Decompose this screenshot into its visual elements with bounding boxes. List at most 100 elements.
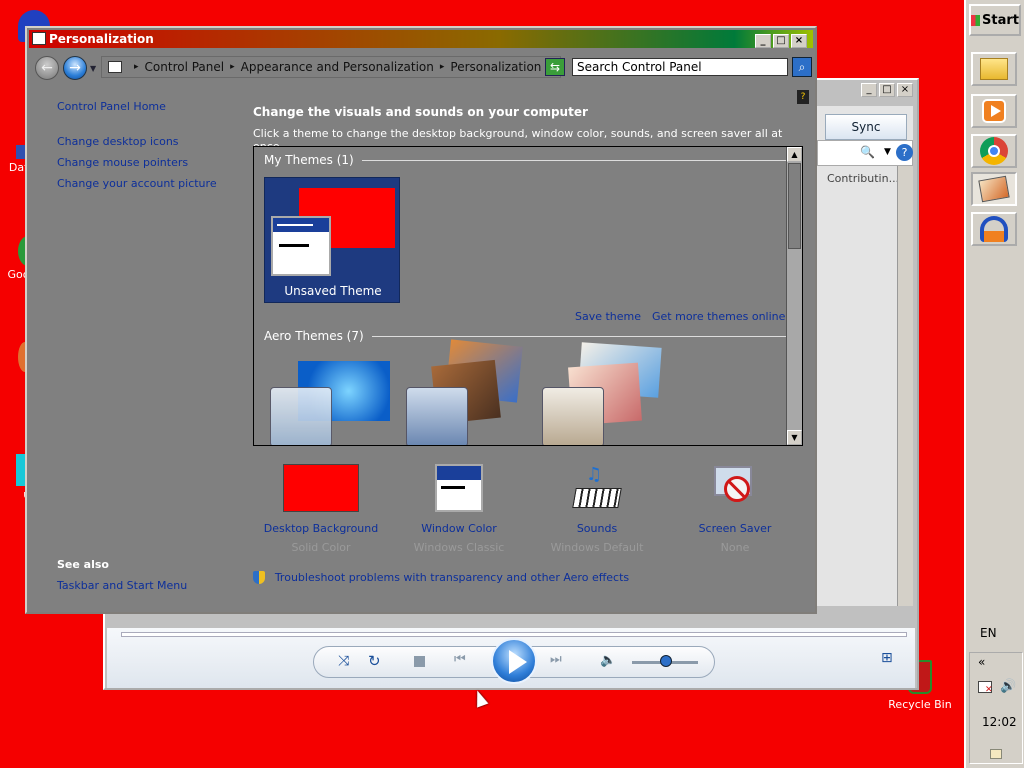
next-icon[interactable]: ⏭ [550, 652, 562, 667]
maximize-button[interactable]: □ [773, 34, 789, 48]
breadcrumb-separator[interactable]: ▸ [230, 62, 235, 72]
window-color-icon [435, 464, 483, 512]
search-icon[interactable]: 🔍 [860, 145, 875, 159]
tray-expand-chevron[interactable]: « [978, 655, 985, 669]
title-bar[interactable]: Personalization _ □ × [29, 30, 813, 48]
personalization-window[interactable]: Personalization _ □ × ← → ▼ ▸ Control Pa… [25, 26, 817, 614]
taskbar-media-player[interactable] [971, 94, 1017, 128]
start-button[interactable]: Start [969, 4, 1021, 36]
wmp-scrollbar[interactable] [897, 166, 913, 606]
control-panel-home-link[interactable]: Control Panel Home [57, 100, 166, 113]
change-desktop-icons-link[interactable]: Change desktop icons [57, 135, 179, 148]
media-player-icon [982, 99, 1006, 123]
back-button[interactable]: ← [35, 56, 59, 80]
window-buttons: _ □ × [755, 34, 807, 48]
taskbar-explorer[interactable] [971, 52, 1017, 86]
change-mouse-pointers-link[interactable]: Change mouse pointers [57, 156, 188, 169]
search-input[interactable]: Search Control Panel [572, 58, 788, 76]
previous-icon[interactable]: ⏮ [454, 652, 466, 667]
solid-color-swatch-icon [283, 464, 359, 512]
windows-logo-icon [971, 14, 981, 26]
forward-button[interactable]: → [63, 56, 87, 80]
sounds-link[interactable]: Sounds [537, 522, 657, 535]
unsaved-theme-tile[interactable]: Unsaved Theme [264, 177, 400, 303]
change-account-picture-link[interactable]: Change your account picture [57, 177, 217, 190]
recent-pages-chevron-icon[interactable]: ▼ [90, 64, 96, 73]
breadcrumb-personalization[interactable]: Personalization [450, 60, 541, 74]
piano-notes-icon: ♫ [572, 464, 622, 512]
wmp-library-pane: Sync 🔍 ▼ ? Contributin... [817, 106, 913, 606]
action-center-icon[interactable] [990, 749, 1002, 759]
desktop-background-link[interactable]: Desktop Background [261, 522, 381, 535]
window-color-link[interactable]: Window Color [399, 522, 519, 535]
save-theme-link[interactable]: Save theme [575, 310, 641, 323]
scroll-up-arrow[interactable]: ▲ [787, 147, 802, 162]
breadcrumb-separator[interactable]: ▸ [440, 62, 445, 72]
seek-bar[interactable] [121, 632, 907, 637]
screen-saver-item[interactable]: Screen Saver None [675, 464, 795, 554]
minimize-button[interactable]: _ [755, 34, 771, 48]
volume-icon[interactable]: 🔈 [600, 653, 616, 668]
taskbar: Start EN « ✕ 🔊 12:02 [964, 0, 1024, 768]
taskbar-personalization[interactable] [971, 172, 1017, 206]
aero-theme-windows7[interactable] [268, 361, 394, 445]
recycle-bin-label: Recycle Bin [888, 698, 952, 711]
wmp-transport-bar: ⤨ ↻ ⏮ ⏭ 🔈 ⊞ [107, 628, 915, 688]
folder-icon [980, 58, 1008, 80]
taskbar-audio-app[interactable] [971, 212, 1017, 246]
search-button[interactable]: ⌕ [792, 57, 812, 77]
volume-knob[interactable] [660, 655, 672, 667]
theme-preview-window [271, 216, 331, 276]
taskbar-start-menu-link[interactable]: Taskbar and Start Menu [57, 579, 187, 592]
column-header-contributing[interactable]: Contributin... [827, 172, 899, 185]
scroll-thumb[interactable] [788, 163, 801, 249]
start-label: Start [982, 12, 1019, 28]
window-color-item[interactable]: Window Color Windows Classic [399, 464, 519, 554]
window-title: Personalization [49, 32, 154, 46]
switch-to-library-icon[interactable]: ⊞ [881, 650, 893, 666]
scroll-down-arrow[interactable]: ▼ [787, 430, 802, 445]
theme-glass-window [542, 387, 604, 445]
search-icon: ⌕ [798, 60, 806, 74]
chrome-icon [980, 137, 1008, 165]
breadcrumb-appearance[interactable]: Appearance and Personalization [241, 60, 434, 74]
maximize-button[interactable]: □ [879, 83, 895, 97]
theme-glass-window [406, 387, 468, 445]
troubleshoot-link[interactable]: Troubleshoot problems with transparency … [275, 571, 629, 584]
desktop-background-item[interactable]: Desktop Background Solid Color [261, 464, 381, 554]
breadcrumb-separator[interactable]: ▸ [134, 62, 139, 72]
chevron-down-icon[interactable]: ▼ [884, 147, 891, 157]
stop-icon[interactable] [414, 656, 425, 667]
sounds-item[interactable]: ♫ Sounds Windows Default [537, 464, 657, 554]
desktop-background-value: Solid Color [291, 541, 351, 554]
close-button[interactable]: × [897, 83, 913, 97]
aero-themes-header: Aero Themes (7) [264, 329, 790, 343]
help-icon[interactable]: ? [797, 90, 809, 104]
help-icon[interactable]: ? [896, 144, 913, 161]
volume-icon[interactable]: 🔊 [1000, 679, 1016, 694]
troubleshoot-row[interactable]: Troubleshoot problems with transparency … [253, 570, 629, 584]
screen-saver-link[interactable]: Screen Saver [675, 522, 795, 535]
repeat-icon[interactable]: ↻ [368, 652, 381, 670]
themes-scrollbar[interactable]: ▲ ▼ [786, 147, 802, 445]
tab-sync[interactable]: Sync [825, 114, 907, 140]
shuffle-icon[interactable]: ⤨ [338, 653, 349, 669]
themes-list[interactable]: My Themes (1) Unsaved Theme Save theme G… [253, 146, 803, 446]
address-bar[interactable]: ▸ Control Panel ▸ Appearance and Persona… [101, 56, 561, 78]
language-indicator[interactable]: EN [980, 626, 997, 640]
my-themes-header: My Themes (1) [264, 153, 790, 167]
close-button[interactable]: × [791, 34, 807, 48]
my-themes-label: My Themes (1) [264, 153, 354, 167]
aero-theme-characters[interactable] [540, 342, 666, 445]
get-more-themes-link[interactable]: Get more themes online [652, 310, 785, 323]
clock[interactable]: 12:02 [982, 715, 1017, 729]
shield-icon [253, 571, 265, 584]
breadcrumb-control-panel[interactable]: Control Panel [145, 60, 225, 74]
wmp-search-box[interactable]: 🔍 ▼ ? [817, 140, 913, 166]
minimize-button[interactable]: _ [861, 83, 877, 97]
taskbar-chrome[interactable] [971, 134, 1017, 168]
aero-theme-architecture[interactable] [404, 339, 530, 445]
play-button[interactable] [491, 638, 537, 684]
refresh-button[interactable]: ⇆ [545, 58, 565, 76]
network-error-icon[interactable]: ✕ [978, 681, 993, 695]
